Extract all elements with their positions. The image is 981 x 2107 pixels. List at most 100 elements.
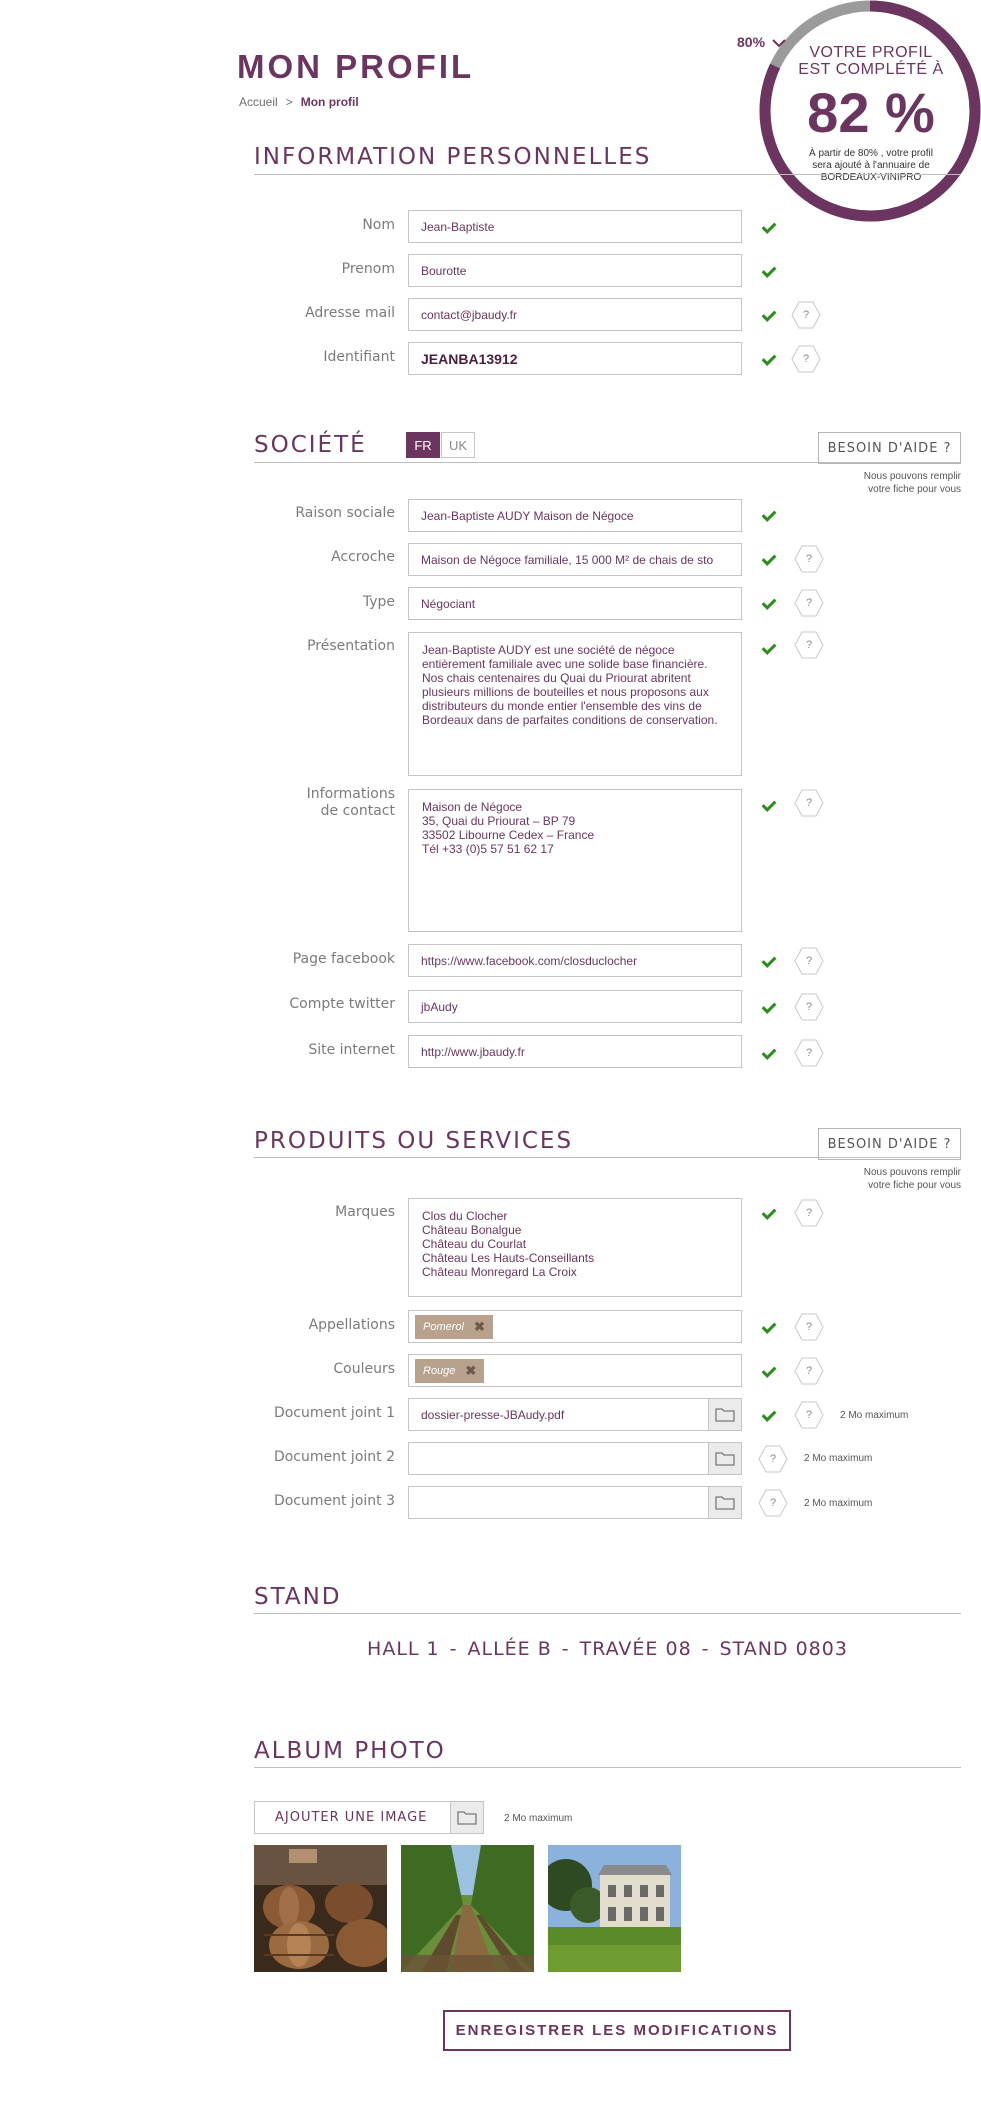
doc1-input[interactable]: dossier-presse-JBAudy.pdf	[408, 1398, 742, 1431]
browse-button[interactable]	[450, 1802, 483, 1833]
help-icon[interactable]: ?	[794, 1312, 824, 1342]
photo-barrels[interactable]	[254, 1845, 387, 1972]
doc3-input[interactable]	[408, 1486, 742, 1519]
section-divider	[254, 174, 961, 175]
remove-tag-icon[interactable]: ✖	[465, 1363, 476, 1379]
folder-icon	[715, 1452, 735, 1466]
label-email: Adresse mail	[305, 305, 395, 321]
size-note: 2 Mo maximum	[804, 1498, 873, 1509]
help-icon[interactable]: ?	[794, 630, 824, 660]
label-doc2: Document joint 2	[273, 1449, 395, 1465]
tag-chip: Rouge ✖	[415, 1359, 485, 1383]
check-icon	[762, 596, 776, 610]
help-icon[interactable]: ?	[794, 1038, 824, 1068]
check-icon	[762, 1046, 776, 1060]
check-icon	[762, 264, 776, 278]
label-twitter: Compte twitter	[289, 996, 395, 1012]
couleurs-input[interactable]: Rouge ✖	[408, 1354, 742, 1387]
breadcrumb-current: Mon profil	[300, 95, 359, 109]
label-nom: Nom	[362, 217, 395, 233]
help-note: Nous pouvons remplir votre fiche pour vou…	[863, 1167, 961, 1191]
label-presentation: Présentation	[307, 638, 395, 654]
save-button[interactable]: ENREGISTRER LES MODIFICATIONS	[443, 2010, 791, 2051]
label-couleurs: Couleurs	[333, 1361, 395, 1377]
contact-textarea[interactable]: Maison de Négoce 35, Quai du Priourat – …	[408, 789, 742, 932]
label-raison: Raison sociale	[295, 505, 395, 521]
email-input[interactable]: contact@jbaudy.fr	[408, 298, 742, 331]
help-button[interactable]: BESOIN D'AIDE ?	[818, 1128, 961, 1160]
check-icon	[762, 352, 776, 366]
section-title-societe: SOCIÉTÉ	[254, 432, 367, 458]
facebook-input[interactable]: https://www.facebook.com/closduclocher	[408, 944, 742, 977]
add-image-button[interactable]: AJOUTER UNE IMAGE	[254, 1801, 484, 1834]
browse-button[interactable]	[708, 1443, 741, 1474]
doc2-input[interactable]	[408, 1442, 742, 1475]
help-icon[interactable]: ?	[791, 300, 821, 330]
accroche-input[interactable]: Maison de Négoce familiale, 15 000 M² de…	[408, 543, 742, 576]
label-contact: Informations de contact	[306, 786, 395, 819]
breadcrumb: Accueil > Mon profil	[239, 95, 359, 109]
section-title-album: ALBUM PHOTO	[254, 1738, 446, 1764]
check-icon	[762, 508, 776, 522]
label-identifiant: Identifiant	[323, 349, 395, 365]
help-icon[interactable]: ?	[794, 1400, 824, 1430]
help-icon[interactable]: ?	[794, 1198, 824, 1228]
breadcrumb-home[interactable]: Accueil	[239, 95, 278, 109]
label-doc1: Document joint 1	[273, 1405, 395, 1421]
lang-tab-uk[interactable]: UK	[441, 432, 475, 458]
remove-tag-icon[interactable]: ✖	[474, 1319, 485, 1335]
check-icon	[762, 1000, 776, 1014]
check-icon	[762, 798, 776, 812]
appellations-input[interactable]: Pomerol ✖	[408, 1310, 742, 1343]
help-icon[interactable]: ?	[758, 1444, 788, 1474]
help-icon[interactable]: ?	[794, 588, 824, 618]
check-icon	[762, 1206, 776, 1220]
size-note: 2 Mo maximum	[804, 1453, 873, 1464]
section-divider	[254, 1767, 961, 1768]
label-marques: Marques	[335, 1204, 395, 1220]
twitter-input[interactable]: jbAudy	[408, 990, 742, 1023]
size-note: 2 Mo maximum	[840, 1410, 909, 1421]
browse-button[interactable]	[708, 1399, 741, 1430]
help-button[interactable]: BESOIN D'AIDE ?	[818, 432, 961, 464]
folder-icon	[715, 1496, 735, 1510]
help-icon[interactable]: ?	[794, 992, 824, 1022]
breadcrumb-separator: >	[285, 95, 293, 109]
help-icon[interactable]: ?	[794, 946, 824, 976]
badge-value: 82 %	[807, 81, 935, 144]
photo-chateau[interactable]	[548, 1845, 681, 1972]
help-icon[interactable]: ?	[794, 1356, 824, 1386]
photo-vineyard[interactable]	[401, 1845, 534, 1972]
folder-icon	[457, 1811, 477, 1825]
check-icon	[762, 641, 776, 655]
help-icon[interactable]: ?	[758, 1488, 788, 1518]
check-icon	[762, 1408, 776, 1422]
nom-input[interactable]: Jean-Baptiste	[408, 210, 742, 243]
help-icon[interactable]: ?	[794, 788, 824, 818]
badge-heading: VOTRE PROFIL EST COMPLÉTÉ À	[798, 44, 944, 78]
presentation-textarea[interactable]: Jean-Baptiste AUDY est une société de né…	[408, 632, 742, 776]
lang-tab-fr[interactable]: FR	[406, 432, 440, 458]
check-icon	[762, 220, 776, 234]
help-icon[interactable]: ?	[794, 544, 824, 574]
badge-note: À partir de 80% , votre profil sera ajout…	[809, 148, 933, 183]
section-title-stand: STAND	[254, 1584, 342, 1610]
section-divider	[254, 1613, 961, 1614]
prenom-input[interactable]: Bourotte	[408, 254, 742, 287]
check-icon	[762, 1320, 776, 1334]
label-appellations: Appellations	[308, 1317, 395, 1333]
browse-button[interactable]	[708, 1487, 741, 1518]
stand-location: HALL 1- ALLÉE B - TRAVÉE 08- STAND 0803	[367, 1638, 848, 1660]
raison-input[interactable]: Jean-Baptiste AUDY Maison de Négoce	[408, 499, 742, 532]
type-input[interactable]: Négociant	[408, 587, 742, 620]
threshold-label: 80%	[737, 34, 766, 50]
section-title-personal: INFORMATION PERSONNELLES	[254, 144, 652, 170]
identifiant-input[interactable]: JEANBA13912	[408, 342, 742, 375]
section-title-produits: PRODUITS OU SERVICES	[254, 1128, 574, 1154]
site-input[interactable]: http://www.jbaudy.fr	[408, 1035, 742, 1068]
label-accroche: Accroche	[331, 549, 395, 565]
tag-chip: Pomerol ✖	[415, 1315, 493, 1339]
help-note: Nous pouvons remplir votre fiche pour vou…	[863, 471, 961, 495]
marques-textarea[interactable]: Clos du Clocher Château Bonalgue Château…	[408, 1198, 742, 1297]
help-icon[interactable]: ?	[791, 344, 821, 374]
